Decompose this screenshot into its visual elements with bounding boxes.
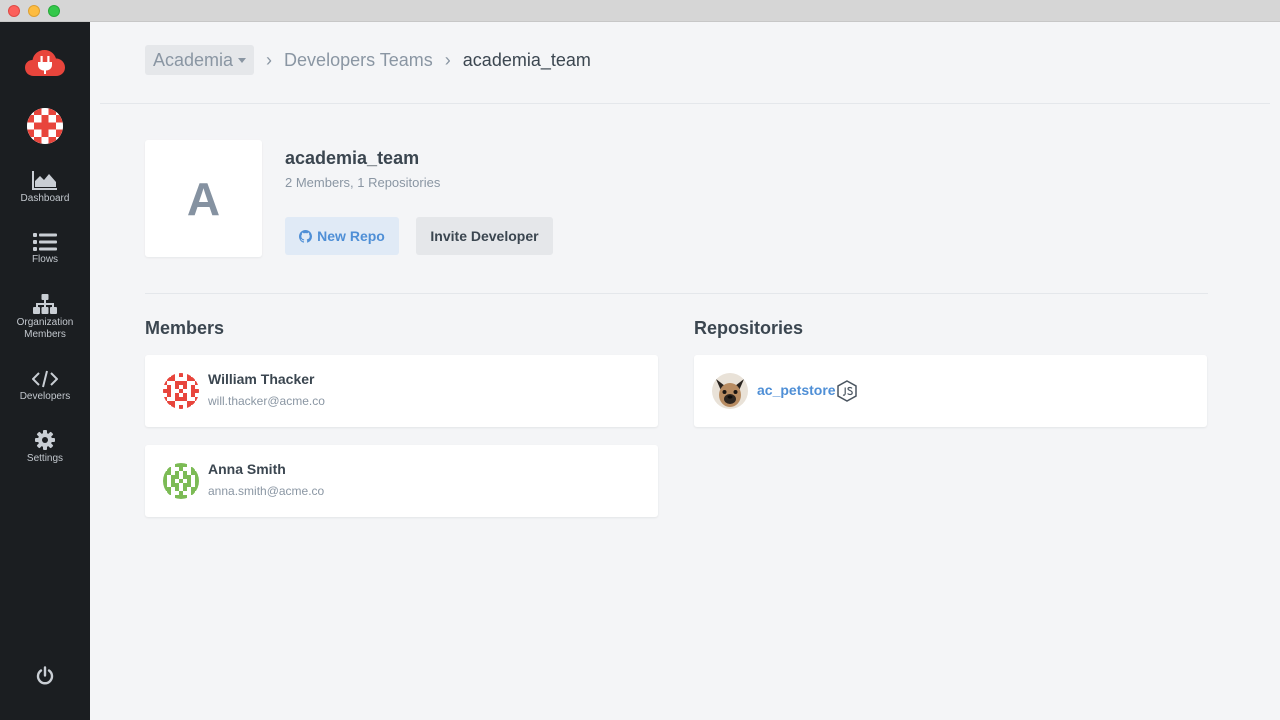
repository-link[interactable]: ac_petstore xyxy=(757,382,836,398)
power-icon[interactable] xyxy=(35,666,55,686)
divider xyxy=(100,103,1270,104)
repositories-title: Repositories xyxy=(694,318,804,338)
app-window: Dashboard Flows Organization Members Dev… xyxy=(0,0,1280,720)
caret-down-icon xyxy=(238,57,247,63)
new-repo-button[interactable]: New Repo xyxy=(285,217,399,255)
main-content: Academia › Developers Teams › academia_t… xyxy=(90,22,1280,720)
org-switcher-dropdown[interactable]: Academia xyxy=(145,45,255,75)
sidebar-item-label: Dashboard xyxy=(20,193,70,204)
sidebar-item-label: Flows xyxy=(31,254,59,265)
breadcrumb-developers-teams[interactable]: Developers Teams xyxy=(284,50,433,71)
invite-developer-button[interactable]: Invite Developer xyxy=(416,217,553,255)
area-chart-icon xyxy=(32,171,57,190)
org-chart-icon xyxy=(33,294,57,314)
code-icon xyxy=(32,370,58,388)
sidebar: Dashboard Flows Organization Members Dev… xyxy=(0,22,90,720)
member-avatar xyxy=(163,463,199,499)
sidebar-item-label: Organization Members xyxy=(16,317,74,340)
sidebar-item-label: Settings xyxy=(26,453,64,464)
team-meta: 2 Members, 1 Repositories xyxy=(285,175,441,190)
sidebar-item-flows[interactable]: Flows xyxy=(0,233,90,266)
org-switcher-label: Academia xyxy=(153,49,234,70)
sidebar-item-dashboard[interactable]: Dashboard xyxy=(0,170,90,205)
sidebar-item-settings[interactable]: Settings xyxy=(0,430,90,465)
maximize-window-button[interactable] xyxy=(48,5,60,17)
chevron-right-icon: › xyxy=(266,49,273,70)
org-avatar[interactable] xyxy=(27,108,63,144)
team-avatar: A xyxy=(145,140,262,257)
title-bar xyxy=(0,0,1280,22)
list-icon xyxy=(33,233,57,251)
member-email: anna.smith@acme.co xyxy=(208,484,325,498)
gear-icon xyxy=(35,430,55,450)
new-repo-label: New Repo xyxy=(317,228,385,244)
breadcrumb: Academia › Developers Teams › academia_t… xyxy=(145,45,591,75)
sidebar-item-developers[interactable]: Developers xyxy=(0,370,90,403)
nodejs-icon xyxy=(837,380,857,402)
member-name: William Thacker xyxy=(208,371,315,387)
member-card[interactable]: William Thacker will.thacker@acme.co xyxy=(145,355,658,427)
chevron-right-icon: › xyxy=(444,49,451,70)
members-title: Members xyxy=(145,318,225,338)
sidebar-item-label: Developers xyxy=(19,391,71,402)
github-icon xyxy=(299,229,313,243)
repository-card[interactable]: ac_petstore xyxy=(694,355,1207,427)
member-email: will.thacker@acme.co xyxy=(208,394,325,408)
member-name: Anna Smith xyxy=(208,461,286,477)
sidebar-item-organization-members[interactable]: Organization Members xyxy=(0,294,90,341)
dog-avatar xyxy=(712,373,748,409)
member-card[interactable]: Anna Smith anna.smith@acme.co xyxy=(145,445,658,517)
breadcrumb-current: academia_team xyxy=(462,49,591,70)
invite-developer-label: Invite Developer xyxy=(430,228,539,244)
team-name: academia_team xyxy=(285,148,420,168)
close-window-button[interactable] xyxy=(8,5,20,17)
divider xyxy=(145,293,1208,294)
cloud-plug-logo-icon[interactable] xyxy=(25,48,65,78)
minimize-window-button[interactable] xyxy=(28,5,40,17)
member-avatar xyxy=(163,373,199,409)
